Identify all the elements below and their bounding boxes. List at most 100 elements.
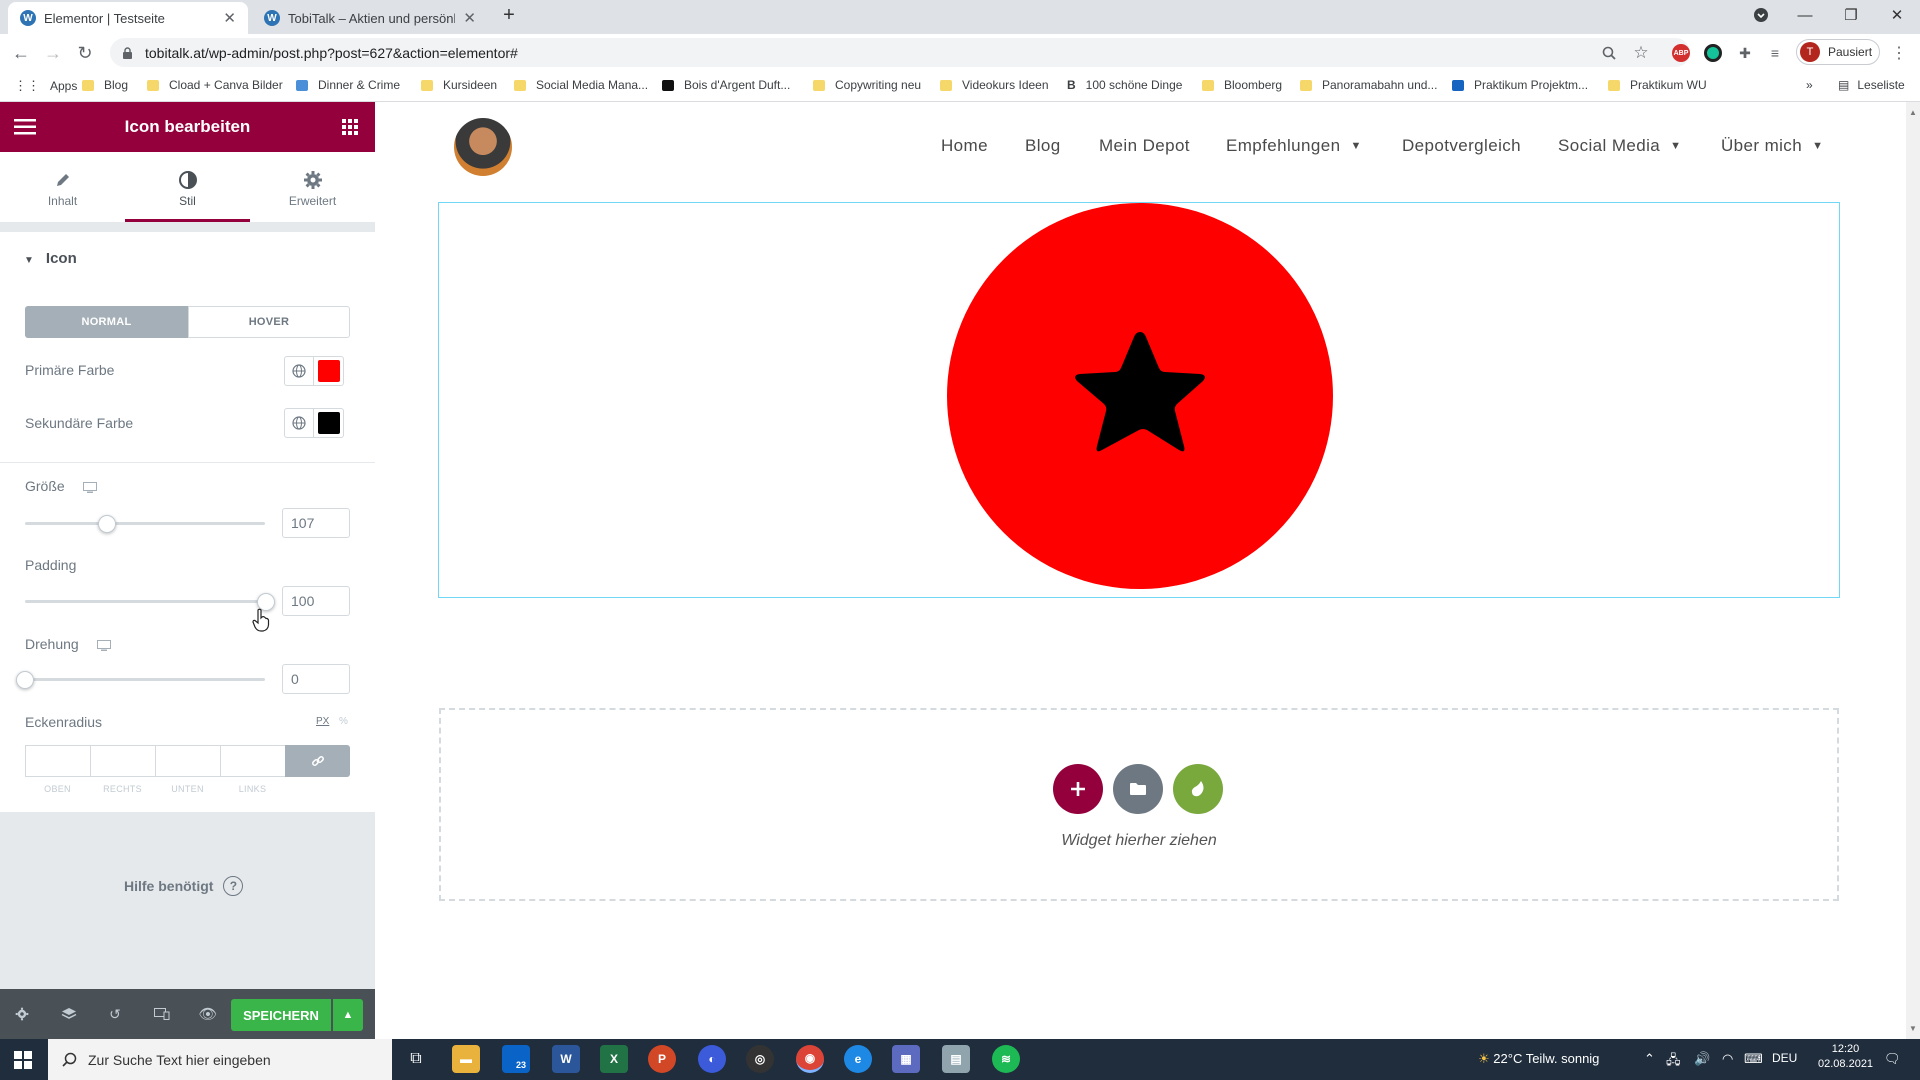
reading-list-icon[interactable]: ≡ [1764,42,1786,64]
selected-icon-widget[interactable] [438,202,1840,598]
tab-erweitert[interactable]: Erweitert [250,152,375,222]
weather-widget[interactable]: ☀ 22°C Teilw. sonnig [1478,1051,1599,1067]
tab-search-icon[interactable] [1738,0,1784,30]
bookmark-item[interactable]: Social Media Mana... [514,78,648,92]
link-values-button[interactable] [285,745,350,777]
responsive-desktop-icon[interactable] [82,481,97,493]
task-view-icon[interactable]: ⧉ [402,1045,430,1073]
reading-list-button[interactable]: ▤ Leseliste [1838,78,1905,92]
responsive-mode-icon[interactable] [152,1004,172,1024]
add-section-button[interactable] [1053,764,1103,814]
spotify-icon[interactable]: ≋ [992,1045,1020,1073]
bookmark-item[interactable]: Praktikum Projektm... [1452,78,1588,92]
close-tab-icon[interactable]: ✕ [463,9,476,27]
widgets-grid-icon[interactable] [342,119,358,135]
bookmark-item[interactable]: Praktikum WU [1608,78,1707,92]
clock[interactable]: 12:20 02.08.2021 [1818,1043,1873,1070]
save-options-caret-icon[interactable]: ▲ [333,999,363,1031]
bookmark-item[interactable]: Panoramabahn und... [1300,78,1437,92]
tab-inhalt[interactable]: Inhalt [0,152,125,222]
bookmark-item[interactable]: Blog [82,78,128,92]
tab-elementor[interactable]: W Elementor | Testseite ✕ [8,2,248,34]
minimize-icon[interactable]: — [1782,0,1828,30]
bookmark-item[interactable]: Videokurs Ideen [940,78,1049,92]
envato-kit-button[interactable] [1173,764,1223,814]
global-colors-globe-icon[interactable] [284,408,314,438]
bookmark-item[interactable]: Dinner & Crime [296,78,400,92]
reload-icon[interactable]: ↻ [72,40,98,66]
edge-icon[interactable]: e [844,1045,872,1073]
global-colors-globe-icon[interactable] [284,356,314,386]
menu-dots-icon[interactable]: ⋮ [1888,42,1910,64]
bookmarks-overflow-icon[interactable]: » [1806,78,1813,92]
nav-depotvergleich[interactable]: Depotvergleich [1402,136,1521,156]
nav-social-media[interactable]: Social Media ▼ [1558,136,1681,156]
forward-icon[interactable]: → [40,40,66,66]
new-tab-button[interactable]: + [494,0,524,30]
app-icon[interactable]: ▦ [892,1045,920,1073]
language-indicator[interactable]: DEU [1772,1051,1797,1065]
padding-input[interactable]: 100 [282,586,350,616]
navigator-layers-icon[interactable] [59,1004,79,1024]
bookmark-item[interactable]: B 100 schöne Dinge [1067,78,1182,92]
section-toggle[interactable]: ▼ Icon [24,250,77,267]
tray-chevron-icon[interactable]: ⌃ [1644,1051,1655,1067]
firefox-icon[interactable]: ◐ [698,1045,726,1073]
profile-button[interactable]: T Pausiert [1796,39,1880,65]
close-tab-icon[interactable]: ✕ [223,9,236,27]
grammarly-icon[interactable] [1702,42,1724,64]
preview-eye-icon[interactable]: 👁 [198,1004,218,1024]
bookmark-item[interactable]: Bloomberg [1202,78,1282,92]
tab-stil[interactable]: Stil [125,152,250,222]
address-bar[interactable]: tobitalk.at/wp-admin/post.php?post=627&a… [110,38,1690,67]
unit-px[interactable]: PX [316,716,329,727]
secondary-color-picker[interactable] [314,408,344,438]
nav-ueber-mich[interactable]: Über mich ▼ [1721,136,1823,156]
bookmark-item[interactable]: Cload + Canva Bilder [147,78,283,92]
mail-icon[interactable]: 23 [502,1045,530,1073]
keyboard-icon[interactable]: ⌨ [1744,1051,1763,1067]
icon-widget-circle[interactable] [947,203,1333,589]
bookmark-apps[interactable]: ⋮⋮ Apps [14,78,77,94]
file-explorer-icon[interactable]: ▬ [452,1045,480,1073]
help-link[interactable]: Hilfe benötigt? [124,876,244,896]
radius-top-input[interactable] [25,745,90,777]
save-button[interactable]: SPEICHERN [231,999,331,1031]
bookmark-star-icon[interactable]: ☆ [1630,42,1652,64]
nav-blog[interactable]: Blog [1025,136,1061,156]
radius-left-input[interactable] [220,745,285,777]
size-input[interactable]: 107 [282,508,350,538]
extensions-icon[interactable]: ✚ [1734,42,1756,64]
word-icon[interactable]: W [552,1045,580,1073]
zoom-icon[interactable] [1598,42,1620,64]
obs-icon[interactable]: ◎ [746,1045,774,1073]
unit-percent[interactable]: % [339,716,348,727]
tray-network-icon[interactable]: 🖧 [1666,1051,1681,1073]
page-scrollbar[interactable]: ▲ ▼ [1906,102,1920,1039]
state-normal-button[interactable]: NORMAL [25,306,188,338]
back-icon[interactable]: ← [8,40,34,66]
nav-home[interactable]: Home [941,136,988,156]
padding-slider-track[interactable] [25,600,265,603]
adblock-icon[interactable]: ABP [1670,42,1692,64]
radius-bottom-input[interactable] [155,745,220,777]
empty-section-drop-zone[interactable]: Widget hierher ziehen [439,708,1839,901]
close-window-icon[interactable]: ✕ [1874,0,1920,30]
bookmark-item[interactable]: Copywriting neu [813,78,921,92]
rotation-slider-handle[interactable] [16,671,34,689]
excel-icon[interactable]: X [600,1045,628,1073]
bookmark-item[interactable]: Kursideen [421,78,497,92]
history-icon[interactable]: ↺ [105,1004,125,1024]
size-slider-track[interactable] [25,522,265,525]
responsive-desktop-icon[interactable] [96,639,111,651]
notifications-icon[interactable]: 🗨 [1884,1051,1901,1067]
wifi-icon[interactable]: ◠ [1722,1051,1733,1067]
size-slider-handle[interactable] [98,515,116,533]
scroll-down-arrow-icon[interactable]: ▼ [1909,1024,1917,1033]
restore-icon[interactable]: ❐ [1828,0,1874,30]
nav-empfehlungen[interactable]: Empfehlungen ▼ [1226,136,1362,156]
powerpoint-icon[interactable]: P [648,1045,676,1073]
primary-color-picker[interactable] [314,356,344,386]
windows-start-icon[interactable] [14,1051,32,1069]
nav-mein-depot[interactable]: Mein Depot [1099,136,1190,156]
